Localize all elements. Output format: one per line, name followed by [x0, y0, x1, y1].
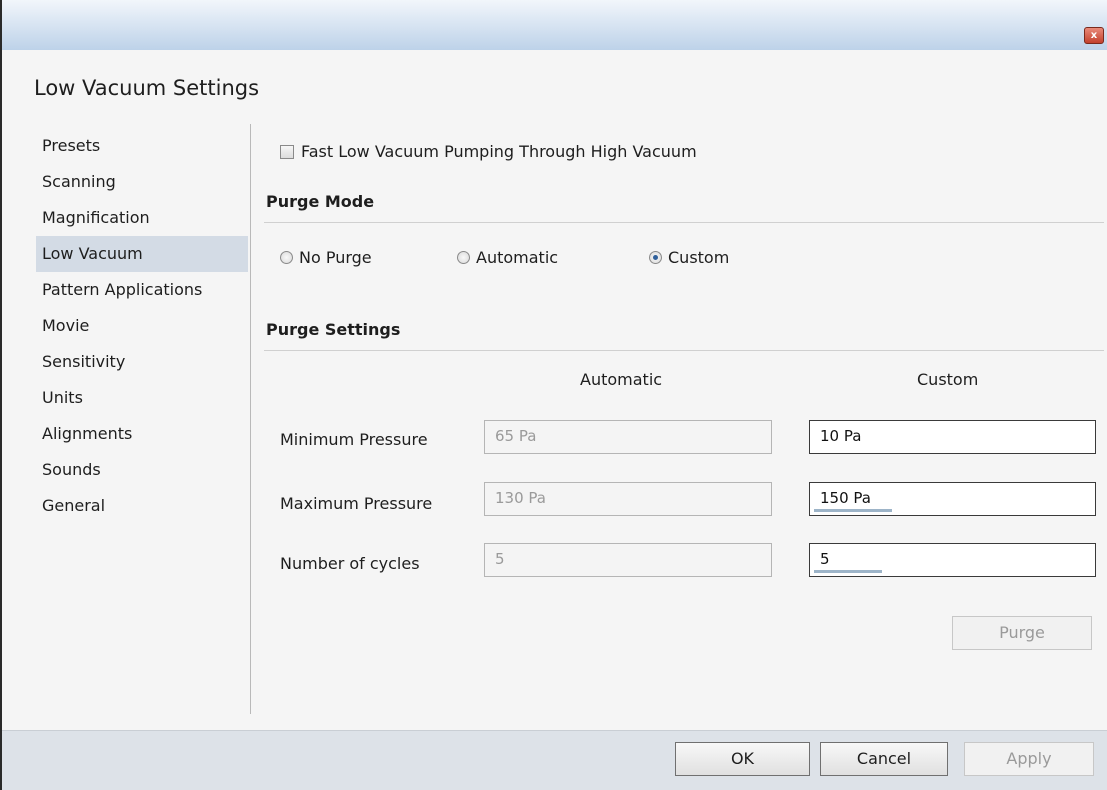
- radio-automatic-label: Automatic: [476, 247, 559, 267]
- radio-no-purge[interactable]: No Purge: [280, 247, 372, 267]
- nav-item-magnification[interactable]: Magnification: [36, 200, 248, 236]
- purge-settings-divider: [264, 350, 1104, 351]
- nav-item-presets[interactable]: Presets: [36, 128, 248, 164]
- nav-divider: [250, 124, 251, 714]
- radio-custom[interactable]: Custom: [649, 247, 729, 267]
- radio-automatic-icon[interactable]: [457, 250, 470, 264]
- purge-button[interactable]: Purge: [952, 616, 1092, 650]
- apply-button[interactable]: Apply: [964, 742, 1094, 776]
- automatic-column-header: Automatic: [580, 370, 663, 389]
- nav-item-movie[interactable]: Movie: [36, 308, 248, 344]
- radio-no-purge-icon[interactable]: [280, 250, 293, 264]
- automatic-cycles-field: 5: [484, 543, 772, 577]
- nav-item-sensitivity[interactable]: Sensitivity: [36, 344, 248, 380]
- custom-cycles-field[interactable]: 5: [809, 543, 1096, 577]
- nav-item-pattern-applications[interactable]: Pattern Applications: [36, 272, 248, 308]
- custom-maximum-pressure-field[interactable]: 150 Pa: [809, 482, 1096, 516]
- fast-pumping-label: Fast Low Vacuum Pumping Through High Vac…: [301, 142, 697, 161]
- settings-nav: Presets Scanning Magnification Low Vacuu…: [36, 128, 248, 524]
- nav-item-alignments[interactable]: Alignments: [36, 416, 248, 452]
- automatic-maximum-pressure-field: 130 Pa: [484, 482, 772, 516]
- radio-automatic[interactable]: Automatic: [457, 247, 558, 267]
- radio-no-purge-label: No Purge: [299, 247, 372, 267]
- nav-item-low-vacuum[interactable]: Low Vacuum: [36, 236, 248, 272]
- settings-window: x Low Vacuum Settings Presets Scanning M…: [0, 0, 1107, 790]
- nav-item-sounds[interactable]: Sounds: [36, 452, 248, 488]
- fast-pumping-option[interactable]: Fast Low Vacuum Pumping Through High Vac…: [280, 142, 697, 161]
- radio-custom-label: Custom: [668, 247, 730, 267]
- low-vacuum-panel: Fast Low Vacuum Pumping Through High Vac…: [264, 124, 1104, 714]
- purge-settings-title: Purge Settings: [266, 320, 401, 339]
- custom-cycles-value: 5: [820, 550, 830, 568]
- custom-column-header: Custom: [917, 370, 979, 389]
- fast-pumping-checkbox[interactable]: [280, 144, 294, 159]
- dialog-title: Low Vacuum Settings: [34, 76, 260, 100]
- nav-item-units[interactable]: Units: [36, 380, 248, 416]
- custom-minimum-pressure-field[interactable]: 10 Pa: [809, 420, 1096, 454]
- minimum-pressure-label: Minimum Pressure: [280, 430, 428, 449]
- number-of-cycles-label: Number of cycles: [280, 554, 420, 573]
- maximum-pressure-label: Maximum Pressure: [280, 494, 433, 513]
- close-icon[interactable]: x: [1084, 27, 1104, 44]
- purge-mode-divider: [264, 222, 1104, 223]
- radio-custom-icon[interactable]: [649, 250, 662, 264]
- purge-mode-title: Purge Mode: [266, 192, 375, 211]
- edit-underline: [814, 570, 882, 573]
- title-bar: x: [2, 0, 1107, 50]
- ok-button[interactable]: OK: [675, 742, 810, 776]
- cancel-button[interactable]: Cancel: [820, 742, 948, 776]
- edit-underline: [814, 509, 892, 512]
- automatic-minimum-pressure-field: 65 Pa: [484, 420, 772, 454]
- nav-item-general[interactable]: General: [36, 488, 248, 524]
- nav-item-scanning[interactable]: Scanning: [36, 164, 248, 200]
- custom-maximum-pressure-value: 150 Pa: [820, 489, 871, 507]
